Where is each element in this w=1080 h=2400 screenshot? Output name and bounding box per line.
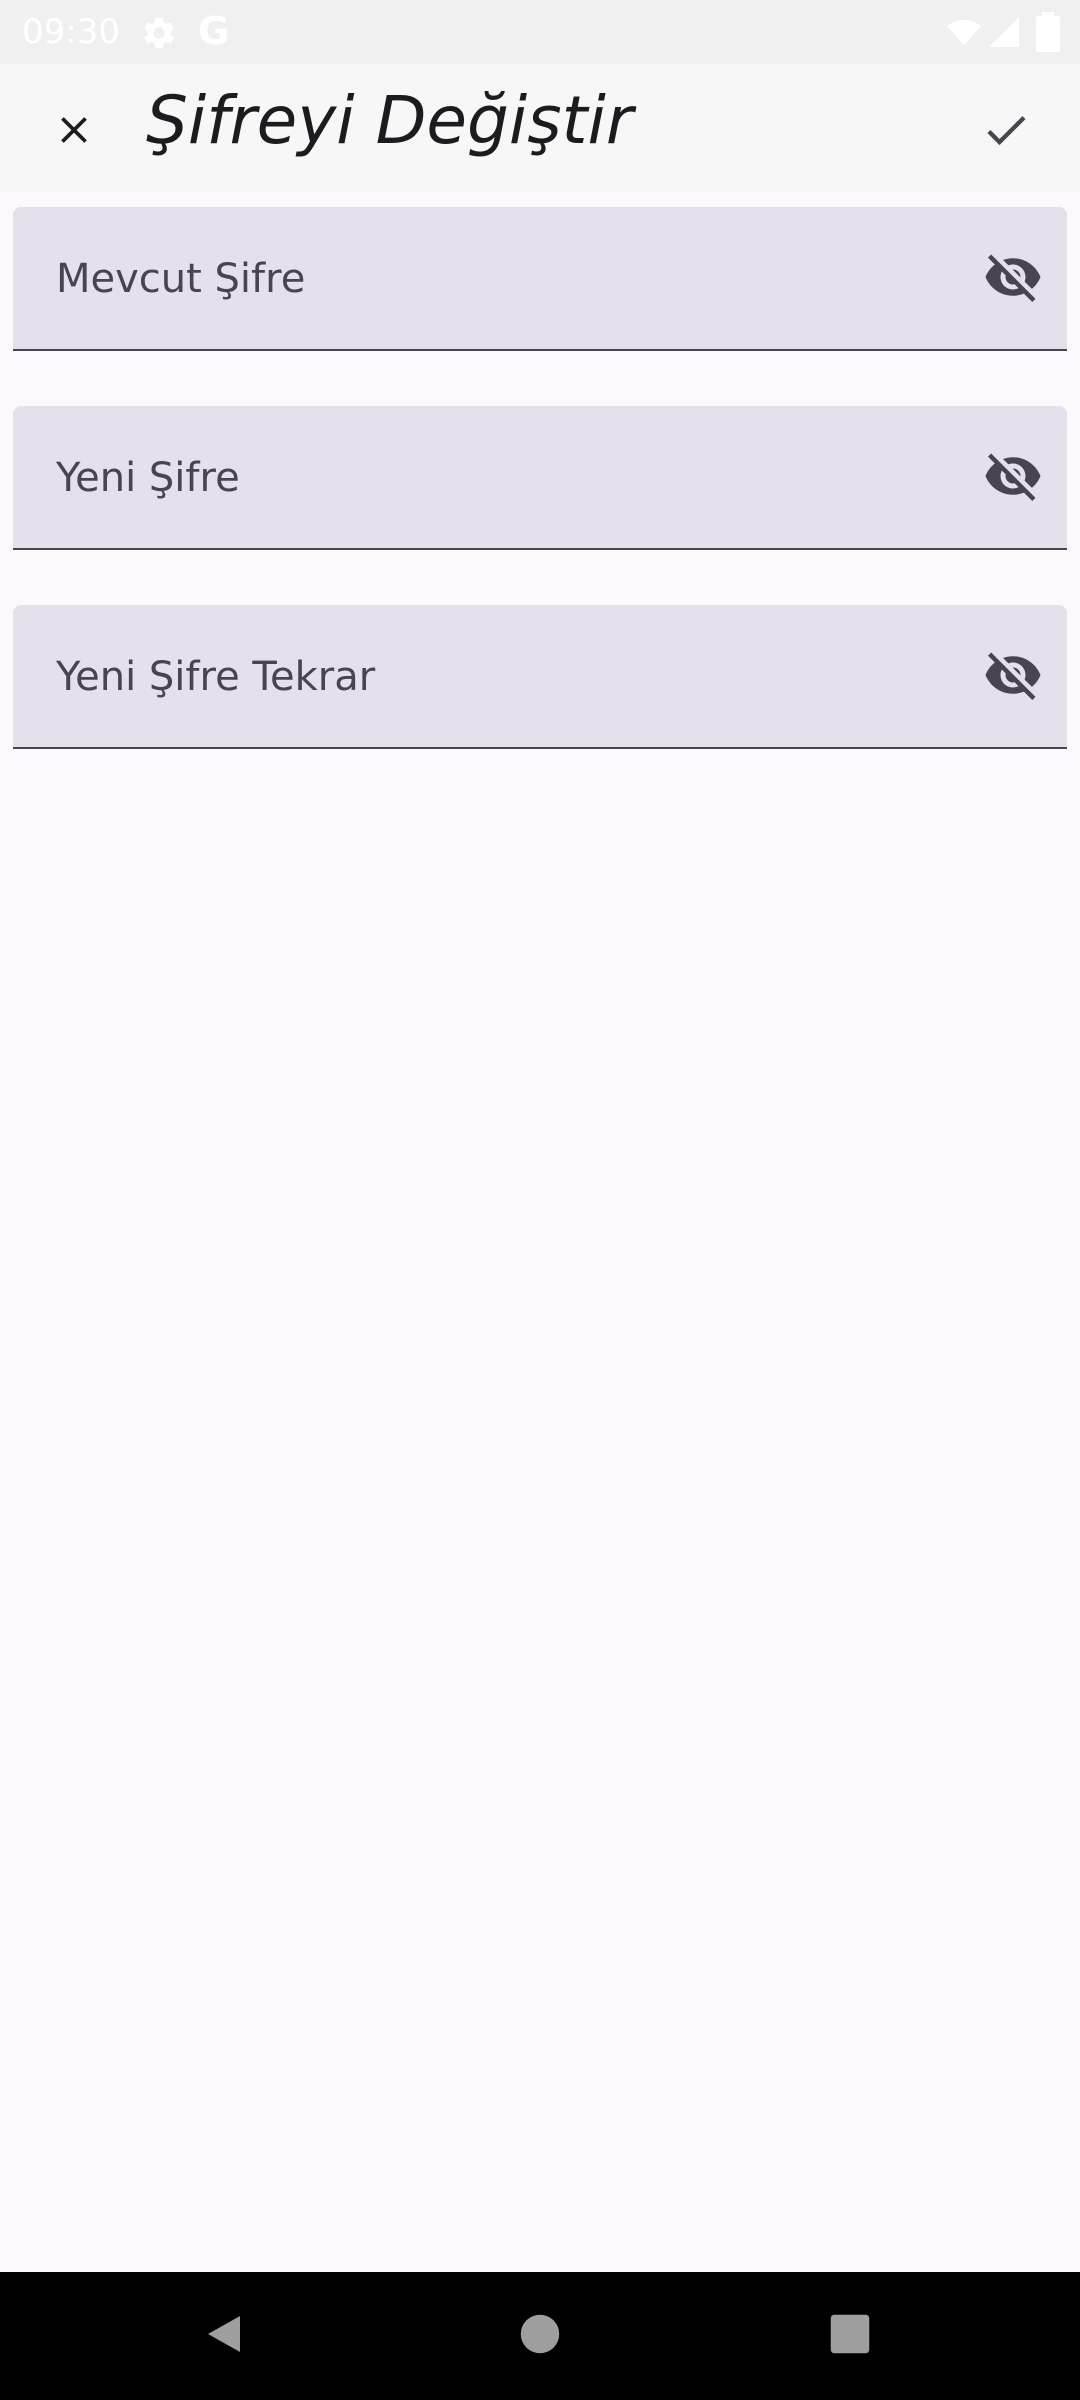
status-time: 09:30: [22, 12, 120, 52]
settings-icon: [140, 14, 178, 56]
new-password-field[interactable]: Yeni Şifre: [13, 406, 1067, 550]
current-password-field[interactable]: Mevcut Şifre: [13, 207, 1067, 351]
new-password-label: Yeni Şifre: [56, 455, 240, 501]
confirm-new-password-label: Yeni Şifre Tekrar: [56, 654, 376, 700]
new-password-visibility-toggle[interactable]: [981, 446, 1045, 510]
current-password-visibility-toggle[interactable]: [981, 247, 1045, 311]
visibility-off-icon: [983, 645, 1043, 709]
recents-button[interactable]: [810, 2296, 890, 2376]
confirm-new-password-field[interactable]: Yeni Şifre Tekrar: [13, 605, 1067, 749]
confirm-button[interactable]: [966, 92, 1046, 172]
close-button[interactable]: [34, 92, 114, 172]
back-icon: [202, 2310, 250, 2362]
recents-icon: [829, 2313, 871, 2359]
app-bar: Şifreyi Değiştir: [0, 64, 1080, 192]
home-button[interactable]: [500, 2296, 580, 2376]
wifi-off-icon: [946, 14, 982, 54]
home-icon: [519, 2313, 561, 2359]
back-button[interactable]: [186, 2296, 266, 2376]
check-icon: [980, 104, 1032, 160]
confirm-new-password-visibility-toggle[interactable]: [981, 645, 1045, 709]
close-icon: [52, 108, 96, 156]
navigation-bar: [0, 2272, 1080, 2400]
status-bar: 09:30 G: [0, 0, 1080, 64]
current-password-label: Mevcut Şifre: [56, 256, 306, 302]
visibility-off-icon: [983, 446, 1043, 510]
signal-icon: [986, 14, 1022, 54]
google-icon: G: [198, 9, 230, 53]
battery-icon: [1036, 12, 1060, 56]
visibility-off-icon: [983, 247, 1043, 311]
page-title: Şifreyi Değiştir: [146, 82, 633, 159]
